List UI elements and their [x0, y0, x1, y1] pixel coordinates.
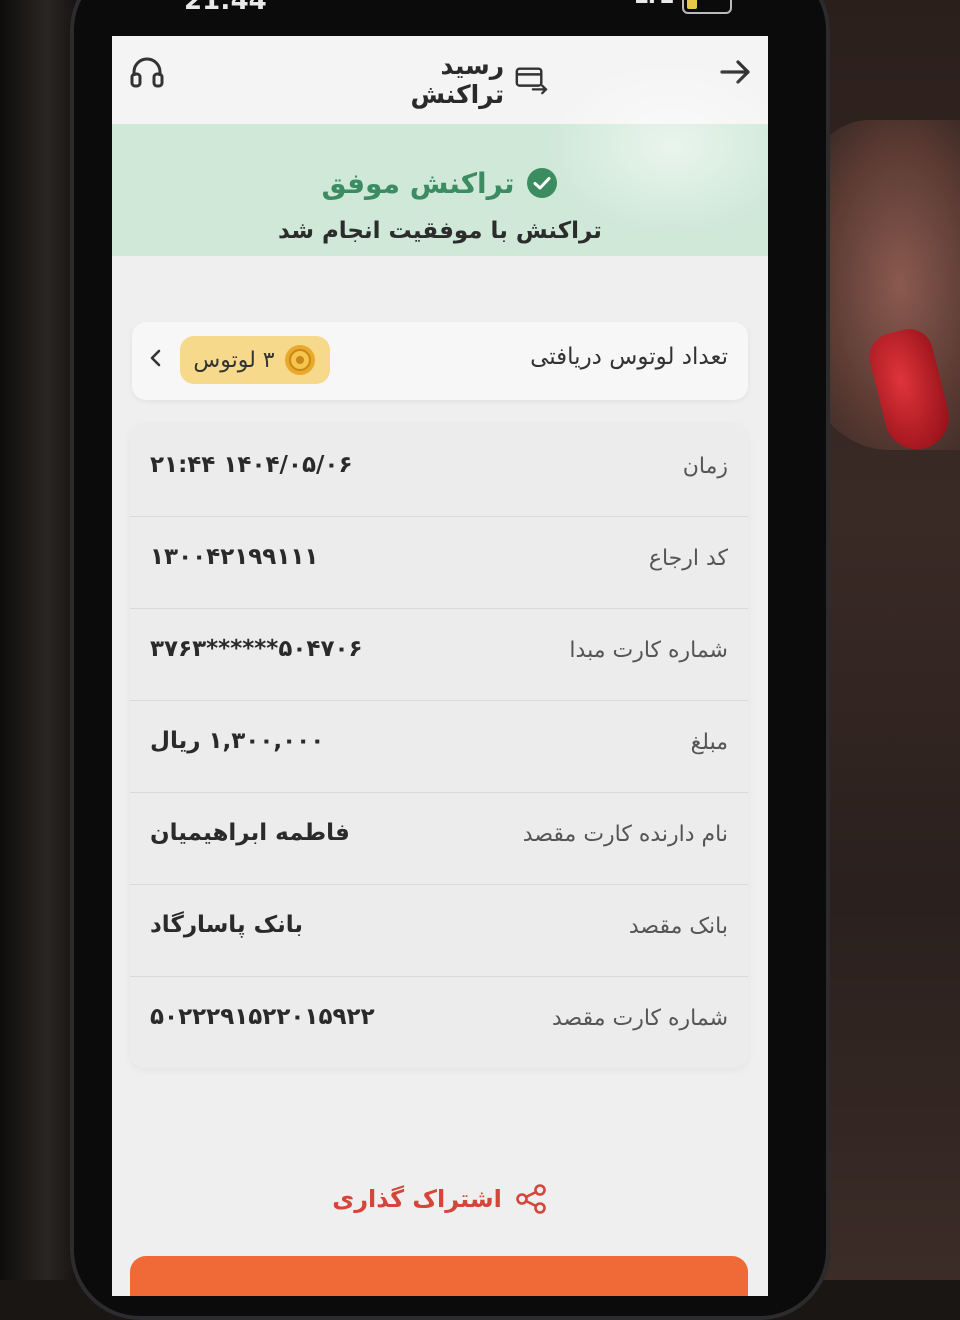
- lotus-coin-icon: [284, 345, 315, 375]
- detail-label: شماره کارت مقصد: [551, 1006, 728, 1031]
- headset-support-icon[interactable]: [128, 54, 166, 92]
- header-title-group: رسید تراکنش: [348, 51, 548, 109]
- battery-icon: [682, 0, 732, 14]
- detail-row-dest-bank: بانک مقصد بانک پاسارگاد: [130, 884, 748, 977]
- detail-label: نام دارنده کارت مقصد: [522, 822, 728, 847]
- detail-value: ۵۰۴۷۰۶******۳۷۶۳: [150, 636, 363, 662]
- share-button[interactable]: اشتراک گذاری: [112, 1176, 768, 1222]
- detail-row-reference: کد ارجاع ۱۳۰۰۴۲۱۹۹۱۱۱: [130, 516, 748, 609]
- success-subtitle: تراکنش با موفقیت انجام شد: [278, 218, 602, 244]
- share-label: اشتراک گذاری: [332, 1185, 502, 1213]
- lotus-label: تعداد لوتوس دریافتی: [530, 344, 728, 370]
- check-circle-icon: [526, 168, 557, 198]
- status-time: 21:44: [184, 0, 267, 16]
- success-status: تراکنش موفق: [112, 160, 768, 206]
- detail-row-time: زمان ۱۴۰۴/۰۵/۰۶ ۲۱:۴۴: [130, 424, 748, 517]
- status-bar: 21:44 LTE: [112, 0, 772, 36]
- detail-value: ۱۳۰۰۴۲۱۹۹۱۱۱: [150, 544, 319, 570]
- arrow-right-icon[interactable]: [716, 52, 756, 92]
- lotus-count: ۳ لوتوس: [193, 347, 275, 373]
- primary-action-button[interactable]: [130, 1256, 748, 1296]
- detail-row-dest-holder: نام دارنده کارت مقصد فاطمه ابراهیمیان: [130, 792, 748, 885]
- detail-label: مبلغ: [690, 730, 728, 755]
- app-header: رسید تراکنش: [112, 36, 768, 124]
- background-left: [0, 0, 80, 1280]
- detail-row-amount: مبلغ ۱,۳۰۰,۰۰۰ ریال: [130, 700, 748, 793]
- detail-value: بانک پاسارگاد: [150, 912, 304, 938]
- detail-value: فاطمه ابراهیمیان: [150, 820, 350, 846]
- app-screen: رسید تراکنش تراکنش موفق تراکنش با موفقیت…: [112, 36, 768, 1296]
- share-icon: [515, 1184, 546, 1214]
- detail-label: شماره کارت مبدا: [569, 638, 728, 663]
- detail-value: ۵۰۲۲۲۹۱۵۲۲۰۱۵۹۲۲: [150, 1004, 375, 1030]
- page-title: رسید تراکنش: [410, 51, 505, 109]
- lotus-reward-card[interactable]: تعداد لوتوس دریافتی ۳ لوتوس: [132, 322, 748, 400]
- detail-label: زمان: [682, 454, 728, 479]
- status-network: LTE: [634, 0, 674, 9]
- detail-label: بانک مقصد: [628, 914, 728, 939]
- detail-row-source-card: شماره کارت مبدا ۵۰۴۷۰۶******۳۷۶۳: [130, 608, 748, 701]
- detail-row-dest-card: شماره کارت مقصد ۵۰۲۲۲۹۱۵۲۲۰۱۵۹۲۲: [130, 976, 748, 1068]
- chevron-left-icon: [150, 349, 161, 367]
- detail-value: ۱,۳۰۰,۰۰۰ ریال: [150, 728, 325, 754]
- transfer-receipt-icon: [515, 67, 548, 95]
- lotus-badge: ۳ لوتوس: [180, 336, 330, 384]
- success-title: تراکنش موفق: [321, 166, 515, 200]
- detail-value: ۱۴۰۴/۰۵/۰۶ ۲۱:۴۴: [150, 452, 353, 478]
- detail-label: کد ارجاع: [648, 546, 728, 571]
- transaction-details: زمان ۱۴۰۴/۰۵/۰۶ ۲۱:۴۴ کد ارجاع ۱۳۰۰۴۲۱۹۹…: [130, 424, 748, 1068]
